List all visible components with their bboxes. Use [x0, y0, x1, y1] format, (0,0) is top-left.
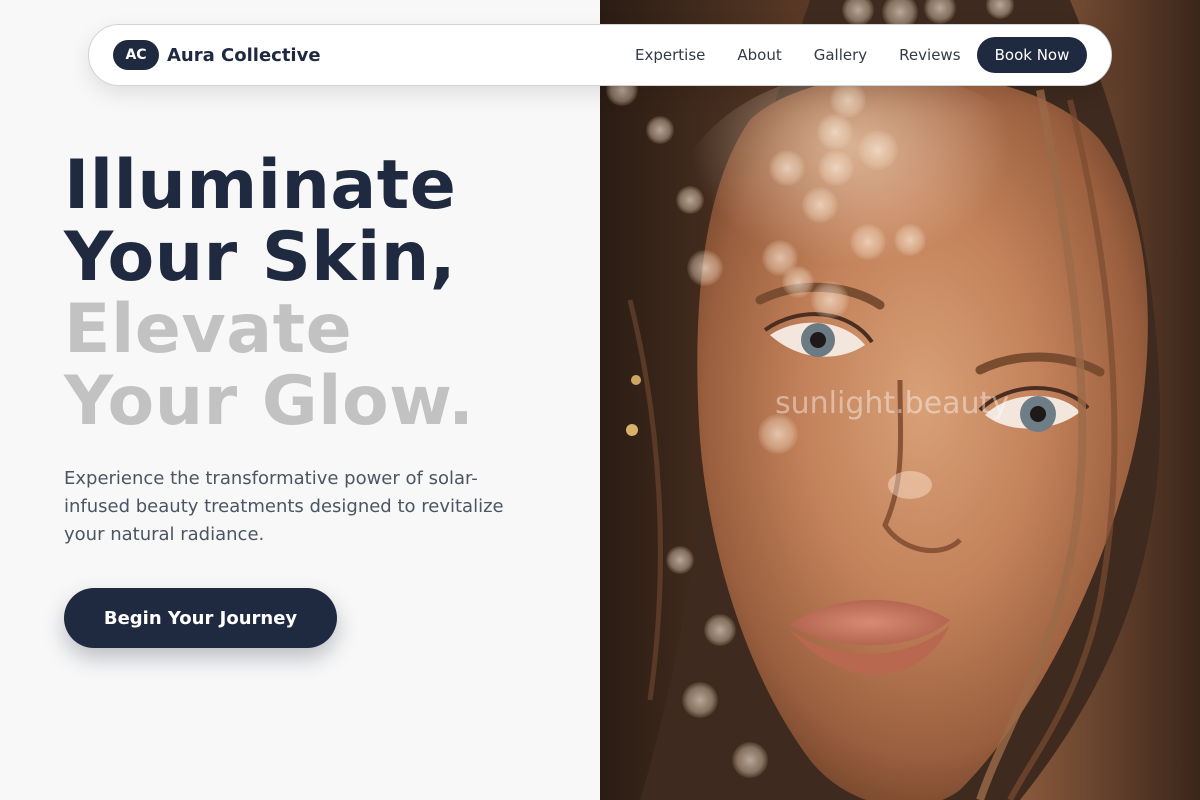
brand-name: Aura Collective: [167, 44, 321, 66]
top-navbar: AC Aura Collective Expertise About Galle…: [88, 24, 1112, 86]
hero-subcopy: Experience the transformative power of s…: [64, 468, 504, 545]
headline-line-2: Your Skin,: [64, 218, 457, 297]
headline-line-3: Elevate: [64, 290, 353, 369]
brand-logo[interactable]: AC Aura Collective: [113, 40, 321, 70]
headline-line-1: Illuminate: [64, 146, 457, 225]
brand-badge: AC: [113, 40, 159, 70]
hero-portrait-image: sunlight.beauty: [600, 0, 1200, 800]
nav-link-reviews[interactable]: Reviews: [899, 46, 960, 64]
hero-section: Illuminate Your Skin, Elevate Your Glow.…: [0, 0, 600, 800]
nav-link-expertise[interactable]: Expertise: [635, 46, 705, 64]
nav-link-gallery[interactable]: Gallery: [814, 46, 867, 64]
hero-headline: Illuminate Your Skin, Elevate Your Glow.: [64, 150, 474, 438]
nav-link-about[interactable]: About: [737, 46, 781, 64]
photo-watermark: sunlight.beauty: [775, 386, 1010, 421]
nav-links: Expertise About Gallery Reviews: [635, 25, 993, 85]
begin-journey-button[interactable]: Begin Your Journey: [64, 588, 337, 648]
book-now-button[interactable]: Book Now: [977, 37, 1087, 73]
headline-line-4: Your Glow.: [64, 362, 475, 441]
